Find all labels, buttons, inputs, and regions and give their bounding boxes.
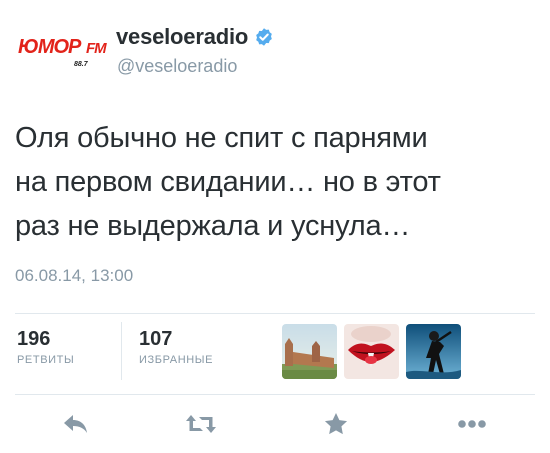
retweet-count-stat[interactable]: 196 РЕТВИТЫ	[17, 328, 74, 366]
more-button[interactable]	[454, 407, 490, 441]
tweet-timestamp[interactable]: 06.08.14, 13:00	[15, 266, 133, 286]
stats-top-divider	[15, 313, 535, 314]
reply-icon	[64, 415, 87, 433]
silhouette-blue-avatar[interactable]	[406, 324, 461, 379]
favorite-label: ИЗБРАННЫЕ	[139, 354, 214, 366]
display-name[interactable]: veseloeradio	[116, 24, 248, 50]
stats-divider	[121, 322, 122, 380]
retweet-label: РЕТВИТЫ	[17, 354, 75, 366]
favoriter-avatars	[282, 324, 461, 379]
retweet-count: 196	[17, 328, 51, 350]
fortress-wall-photo-avatar[interactable]	[282, 324, 337, 379]
more-dots-icon	[458, 420, 486, 428]
tweet-header: ЮМОР FM 88.7 veseloeradio @veseloeradio	[14, 22, 534, 84]
favorite-button[interactable]	[318, 407, 354, 441]
retweet-button[interactable]	[183, 407, 219, 441]
retweet-icon	[186, 415, 216, 433]
tweet-text-line: Оля обычно не спит с парнями	[15, 122, 428, 154]
avatar-logo-icon: ЮМОР FM	[18, 36, 107, 58]
favorite-count: 107	[139, 328, 173, 350]
tweet-text: Оля обычно не спит с парнями на первом с…	[15, 116, 535, 248]
stats-bottom-divider	[15, 394, 535, 395]
account-avatar[interactable]: ЮМОР FM 88.7	[14, 30, 107, 80]
red-lips-avatar[interactable]	[344, 324, 399, 379]
tweet-actions	[0, 407, 550, 441]
reply-button[interactable]	[58, 407, 94, 441]
verified-badge-icon	[256, 28, 272, 46]
display-name-row: veseloeradio	[116, 24, 274, 50]
favorite-count-stat[interactable]: 107 ИЗБРАННЫЕ	[139, 328, 213, 366]
tweet-text-line: на первом свидании… но в этот	[15, 166, 441, 198]
star-icon	[324, 412, 348, 435]
avatar-frequency: 88.7	[74, 61, 88, 68]
account-handle[interactable]: @veseloeradio	[117, 56, 237, 77]
tweet-text-line: раз не выдержала и уснула…	[15, 210, 411, 242]
